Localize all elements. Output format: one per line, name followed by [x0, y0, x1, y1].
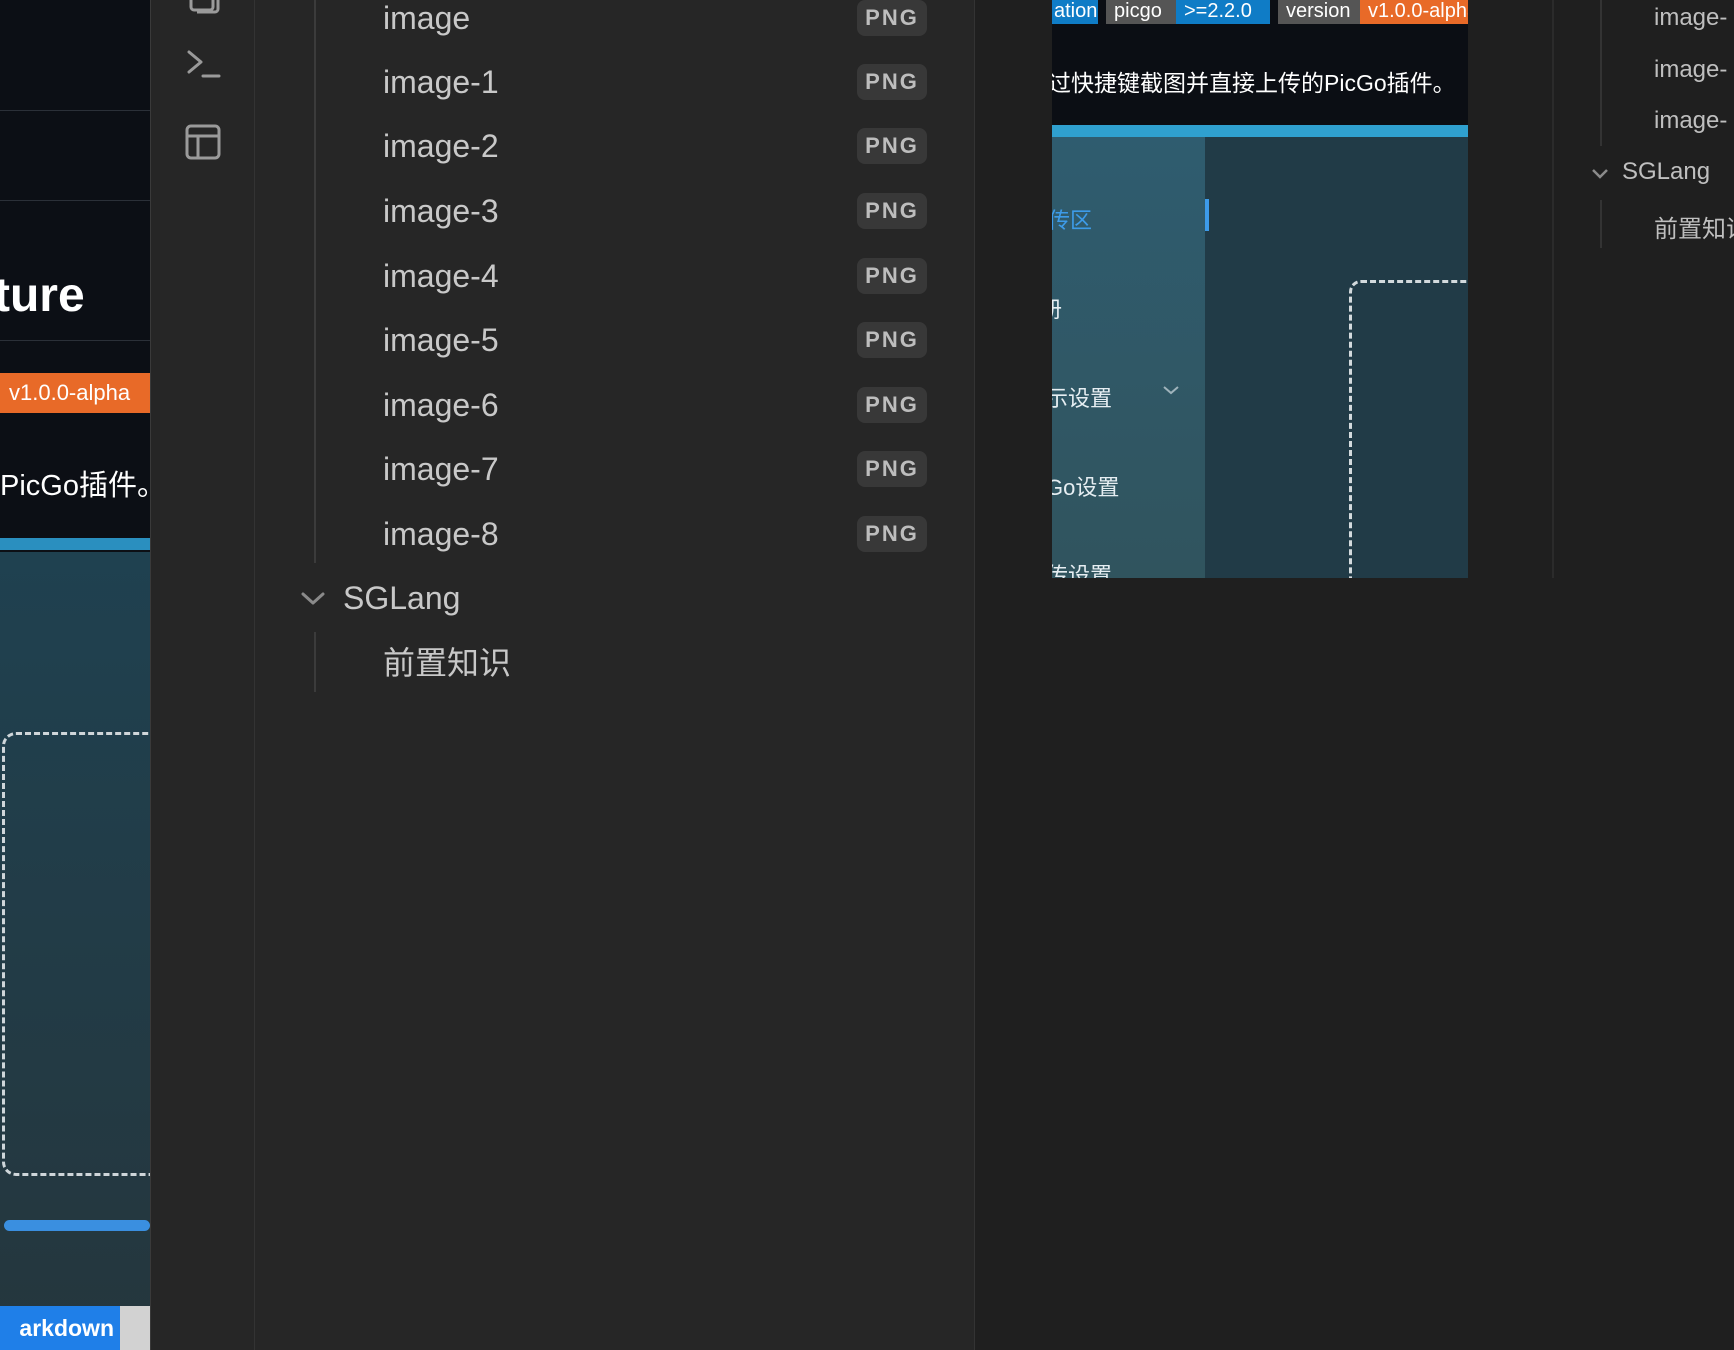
file-name: image-8	[383, 516, 499, 552]
indent-guide	[1600, 200, 1602, 248]
chevron-down-icon	[1162, 383, 1180, 397]
drop-zone	[1349, 280, 1468, 578]
active-indicator	[1205, 199, 1209, 231]
copy-icon[interactable]	[181, 0, 225, 20]
file-item[interactable]: image-7 PNG	[255, 437, 975, 501]
file-item[interactable]: image-2 PNG	[255, 114, 975, 178]
menu-item: 传区	[1052, 208, 1093, 233]
badge-value: >=2.2.0	[1176, 0, 1270, 24]
file-name: image-4	[383, 258, 499, 294]
chevron-down-icon	[299, 586, 327, 610]
file-name: image	[383, 0, 471, 36]
file-name: image-1	[383, 64, 499, 100]
file-name: image-7	[383, 451, 499, 487]
file-type-badge: PNG	[857, 516, 927, 552]
file-item[interactable]: image-5 PNG	[255, 308, 975, 372]
file-name: image-6	[383, 387, 499, 423]
outline-item[interactable]: image-	[1654, 56, 1727, 84]
menu-item: 示设置	[1052, 386, 1113, 411]
file-name: image-2	[383, 128, 499, 164]
file-item[interactable]: image PNG	[255, 0, 975, 50]
file-name: image-5	[383, 322, 499, 358]
file-explorer: image PNG image-1 PNG image-2 PNG image-…	[255, 0, 975, 1350]
version-badge: v1.0.0-alpha	[0, 373, 150, 413]
activity-bar	[150, 0, 255, 1350]
left-preview-pane: ture v1.0.0-alpha PicGo插件。 arkdown	[0, 0, 150, 1350]
file-type-badge: PNG	[857, 322, 927, 358]
screenshot-preview: 传区 册 示设置 Go设置 传设置	[1052, 137, 1468, 578]
folder-name: SGLang	[343, 580, 461, 616]
badge-value: v1.0.0-alpha	[1360, 0, 1468, 24]
markdown-button[interactable]: arkdown	[0, 1306, 120, 1350]
chevron-down-icon	[1590, 165, 1610, 181]
description-text: 过快捷键截图并直接上传的PicGo插件。	[1052, 70, 1456, 96]
divider	[0, 340, 150, 341]
preview-sidebar: 传区 册 示设置 Go设置 传设置	[1052, 137, 1205, 578]
outline-panel: image- image- image- SGLang 前置知识	[1552, 0, 1734, 578]
secondary-tab[interactable]	[120, 1306, 150, 1350]
menu-item: Go设置	[1052, 475, 1120, 500]
file-type-badge: PNG	[857, 258, 927, 294]
menu-item: 传设置	[1052, 563, 1113, 578]
file-name: image-3	[383, 193, 499, 229]
drop-zone	[2, 732, 150, 1176]
file-item[interactable]: image-4 PNG	[255, 244, 975, 308]
file-name: 前置知识	[383, 645, 512, 681]
file-type-badge: PNG	[857, 128, 927, 164]
outline-item[interactable]: image-	[1654, 4, 1727, 32]
file-type-badge: PNG	[857, 451, 927, 487]
file-type-badge: PNG	[857, 193, 927, 229]
file-item[interactable]: image-3 PNG	[255, 179, 975, 243]
badge-label: version	[1278, 0, 1360, 24]
file-type-badge: PNG	[857, 64, 927, 100]
outline-item[interactable]: image-	[1654, 107, 1727, 135]
file-item[interactable]: image-1 PNG	[255, 50, 975, 114]
terminal-icon[interactable]	[181, 42, 225, 86]
right-preview-pane: ation picgo >=2.2.0 version v1.0.0-alpha…	[1052, 0, 1468, 578]
file-item[interactable]: image-8 PNG	[255, 502, 975, 566]
file-type-badge: PNG	[857, 387, 927, 423]
file-type-badge: PNG	[857, 0, 927, 36]
empty-editor-area	[1052, 578, 1734, 1350]
description-text: PicGo插件。	[0, 470, 150, 502]
indent-guide	[1600, 0, 1602, 146]
page-title: ture	[0, 269, 85, 322]
file-item[interactable]: image-6 PNG	[255, 373, 975, 437]
divider	[0, 110, 150, 111]
layout-panel-icon[interactable]	[181, 120, 225, 164]
divider	[0, 200, 150, 201]
accent-bar	[1052, 125, 1468, 137]
outline-item[interactable]: 前置知识	[1654, 209, 1734, 244]
folder-item-sglang[interactable]: SGLang	[255, 566, 975, 630]
badge-label: picgo	[1106, 0, 1176, 24]
menu-item: 册	[1052, 292, 1062, 324]
outline-folder[interactable]: SGLang	[1622, 158, 1710, 186]
progress-bar	[4, 1220, 150, 1231]
accent-bar	[0, 538, 150, 550]
badge-segment: ation	[1052, 0, 1098, 24]
file-item[interactable]: 前置知识	[255, 631, 975, 695]
